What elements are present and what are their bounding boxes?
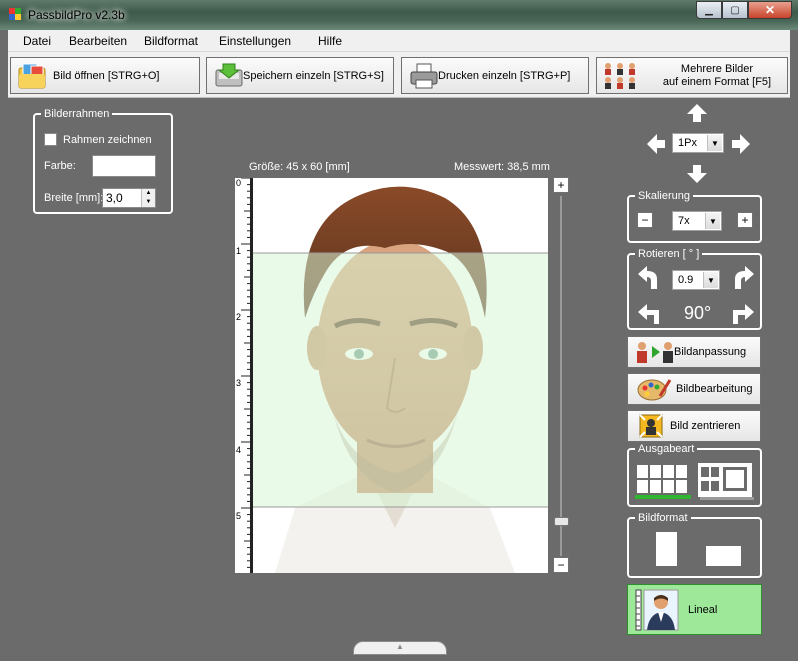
- scale-minus-button[interactable]: −: [637, 212, 653, 228]
- move-right-arrow-icon[interactable]: [731, 134, 751, 154]
- menu-bar: Datei Bearbeiten Bildformat Einstellunge…: [8, 30, 790, 52]
- scale-group-legend: Skalierung: [638, 190, 690, 202]
- ruler-person-icon: [634, 588, 680, 632]
- close-button[interactable]: ✕: [748, 1, 792, 19]
- draw-frame-label: Rahmen zeichnen: [63, 134, 152, 146]
- toolbar: Bild öffnen [STRG+O] Speichern einzeln […: [8, 52, 790, 98]
- folder-images-icon: [15, 60, 51, 92]
- width-up-arrow-icon[interactable]: ▲: [142, 189, 155, 198]
- format-portrait-icon[interactable]: [656, 532, 677, 566]
- scale-minus-label: −: [641, 213, 649, 227]
- zoom-in-label: +: [557, 178, 565, 192]
- image-format-group: Bildformat: [627, 512, 762, 578]
- people-adjust-icon: [634, 339, 678, 365]
- palette-icon: [634, 376, 674, 402]
- rotate-group-legend: Rotieren [ ° ]: [638, 248, 700, 260]
- ruler-toggle-button[interactable]: Lineal: [627, 584, 762, 635]
- width-label: Breite [mm]:: [44, 192, 104, 204]
- window-title: PassbildPro v2.3b: [28, 8, 125, 22]
- title-bar: PassbildPro v2.3b ▁ ▢ ✕: [0, 0, 798, 30]
- measure-value-label: Messwert: 38,5 mm: [454, 161, 550, 173]
- ruler-label-1: 1: [236, 246, 242, 256]
- image-adjust-button[interactable]: Bildanpassung: [627, 336, 761, 368]
- scale-plus-label: +: [741, 213, 749, 227]
- move-step-value: 1Px: [678, 137, 697, 149]
- menu-datei[interactable]: Datei: [23, 34, 51, 48]
- rotate-90-label: 90°: [684, 303, 712, 323]
- maximize-button[interactable]: ▢: [722, 1, 748, 19]
- open-image-button[interactable]: Bild öffnen [STRG+O]: [10, 57, 200, 94]
- chevron-up-icon: ▲: [396, 642, 404, 651]
- rotate-angle-select[interactable]: 0.9 ▼: [672, 270, 720, 290]
- output-mixed-icon[interactable]: [697, 462, 755, 500]
- print-single-label: Drucken einzeln [STRG+P]: [438, 69, 571, 82]
- chevron-down-icon: ▼: [707, 135, 722, 151]
- zoom-out-label: −: [557, 558, 565, 572]
- width-value: 3,0: [106, 191, 123, 205]
- format-landscape-icon[interactable]: [706, 546, 741, 566]
- rotate-right-icon[interactable]: [729, 265, 755, 291]
- color-label: Farbe:: [44, 160, 76, 172]
- menu-einstellungen[interactable]: Einstellungen: [219, 34, 291, 48]
- multiple-images-label-1: Mehrere Bilder: [680, 62, 754, 75]
- photo-size-label: Größe: 45 x 60 [mm]: [249, 161, 350, 173]
- ruler-label-3: 3: [236, 378, 242, 388]
- ruler-label-2: 2: [236, 312, 242, 322]
- save-single-label: Speichern einzeln [STRG+S]: [243, 69, 384, 82]
- photo-canvas[interactable]: 0 1 2 3 4 5: [235, 178, 548, 573]
- portrait-photo: [235, 178, 548, 573]
- image-edit-label: Bildbearbeitung: [676, 383, 753, 395]
- move-left-arrow-icon[interactable]: [646, 134, 666, 154]
- output-grid-icon[interactable]: [634, 462, 692, 500]
- color-swatch[interactable]: [92, 155, 156, 177]
- ruler-toggle-label: Lineal: [688, 603, 718, 616]
- image-edit-button[interactable]: Bildbearbeitung: [627, 373, 761, 405]
- center-target-icon: [634, 413, 668, 439]
- center-image-label: Bild zentrieren: [670, 420, 741, 432]
- frame-group-legend: Bilderrahmen: [44, 108, 110, 120]
- ruler-label-5: 5: [236, 511, 242, 521]
- ruler-label-4: 4: [236, 445, 242, 455]
- output-type-legend: Ausgabeart: [638, 443, 695, 455]
- zoom-slider-track[interactable]: [560, 196, 562, 556]
- center-image-button[interactable]: Bild zentrieren: [627, 410, 761, 442]
- chevron-down-icon: ▼: [703, 272, 718, 288]
- menu-bearbeiten[interactable]: Bearbeiten: [69, 34, 127, 48]
- printer-icon: [406, 60, 442, 92]
- rotate-angle-value: 0.9: [678, 274, 694, 286]
- rotate-right-90-icon[interactable]: [729, 299, 755, 325]
- zoom-in-button[interactable]: +: [553, 177, 569, 193]
- multiple-images-label-2: auf einem Format [F5]: [662, 75, 772, 88]
- menu-hilfe[interactable]: Hilfe: [318, 34, 342, 48]
- multiple-images-button[interactable]: Mehrere Bilder auf einem Format [F5]: [596, 57, 788, 94]
- draw-frame-checkbox[interactable]: [44, 133, 57, 146]
- rotate-left-icon[interactable]: [637, 265, 663, 291]
- image-adjust-label: Bildanpassung: [674, 346, 747, 358]
- scale-plus-button[interactable]: +: [737, 212, 753, 228]
- ruler-label-0: 0: [236, 178, 242, 188]
- chevron-down-icon: ▼: [705, 213, 720, 229]
- width-down-arrow-icon[interactable]: ▼: [142, 198, 155, 207]
- bottom-panel-toggle[interactable]: ▲: [353, 641, 447, 655]
- move-up-arrow-icon[interactable]: [686, 103, 708, 123]
- save-single-button[interactable]: Speichern einzeln [STRG+S]: [206, 57, 394, 94]
- width-spinner[interactable]: 3,0 ▲ ▼: [102, 188, 156, 208]
- rotate-left-90-icon[interactable]: [637, 299, 663, 325]
- app-icon: [9, 8, 21, 20]
- image-format-legend: Bildformat: [638, 512, 688, 524]
- people-group-icon: [601, 60, 645, 92]
- ruler: 0 1 2 3 4 5: [235, 178, 253, 573]
- scale-select[interactable]: 7x ▼: [672, 211, 722, 231]
- scale-value: 7x: [678, 215, 690, 227]
- open-image-label: Bild öffnen [STRG+O]: [53, 69, 160, 82]
- move-step-select[interactable]: 1Px ▼: [672, 133, 724, 153]
- minimize-button[interactable]: ▁: [696, 1, 722, 19]
- print-single-button[interactable]: Drucken einzeln [STRG+P]: [401, 57, 589, 94]
- menu-bildformat[interactable]: Bildformat: [144, 34, 198, 48]
- disk-save-icon: [211, 60, 247, 92]
- zoom-out-button[interactable]: −: [553, 557, 569, 573]
- move-down-arrow-icon[interactable]: [686, 164, 708, 184]
- zoom-slider-thumb[interactable]: [554, 517, 569, 526]
